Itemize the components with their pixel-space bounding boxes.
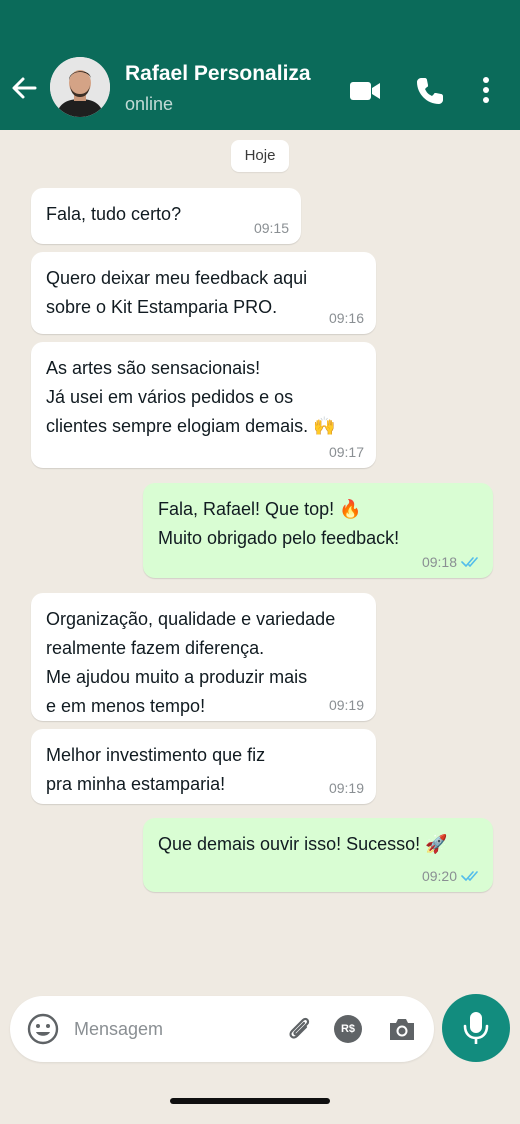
- message-time: 09:19: [328, 697, 364, 713]
- message-bubble-incoming[interactable]: Melhor investimento que fiz pra minha es…: [31, 729, 376, 804]
- emoji-icon[interactable]: [26, 1012, 60, 1046]
- home-indicator: [170, 1098, 330, 1104]
- camera-icon[interactable]: [386, 1014, 418, 1044]
- message-text: Que demais ouvir isso! Sucesso! 🚀: [158, 834, 448, 854]
- message-time: 09:20: [421, 868, 457, 884]
- message-time: 09:15: [253, 220, 289, 236]
- message-text: Melhor investimento que fiz pra minha es…: [46, 745, 266, 794]
- message-time: 09:18: [421, 554, 457, 570]
- message-meta: 09:19: [329, 697, 364, 713]
- mic-icon: [463, 1012, 489, 1044]
- message-bubble-incoming[interactable]: As artes são sensacionais! Já usei em vá…: [31, 342, 376, 468]
- date-separator: Hoje: [231, 140, 289, 172]
- back-arrow-icon[interactable]: [10, 74, 38, 102]
- message-meta: 09:20: [422, 868, 481, 884]
- avatar[interactable]: [50, 57, 110, 117]
- contact-status: online: [125, 94, 174, 114]
- contact-name[interactable]: Rafael Personaliza: [125, 62, 311, 86]
- message-text: Quero deixar meu feedback aqui sobre o K…: [46, 268, 308, 317]
- message-text: As artes são sensacionais! Já usei em vá…: [46, 358, 336, 436]
- mic-button[interactable]: [442, 994, 510, 1062]
- message-meta: 09:15: [254, 220, 289, 236]
- double-check-read-icon: [461, 871, 478, 881]
- pix-icon[interactable]: R$: [334, 1015, 362, 1043]
- avatar-photo: [50, 57, 110, 117]
- message-text: Fala, Rafael! Que top! 🔥 Muito obrigado …: [158, 499, 400, 548]
- video-call-icon[interactable]: [348, 74, 382, 108]
- paperclip-icon[interactable]: [284, 1014, 314, 1044]
- message-meta: 09:17: [329, 444, 364, 460]
- message-meta: 09:19: [329, 780, 364, 796]
- message-bubble-incoming[interactable]: Quero deixar meu feedback aqui sobre o K…: [31, 252, 376, 334]
- message-meta: 09:16: [329, 310, 364, 326]
- chat-header: Rafael Personaliza online: [0, 0, 520, 130]
- message-bubble-outgoing[interactable]: Fala, Rafael! Que top! 🔥 Muito obrigado …: [143, 483, 493, 578]
- message-time: 09:16: [328, 310, 364, 326]
- more-vert-icon[interactable]: [476, 74, 496, 108]
- message-composer: R$: [10, 996, 434, 1062]
- message-input[interactable]: [74, 1014, 264, 1044]
- message-bubble-outgoing[interactable]: Que demais ouvir isso! Sucesso! 🚀 09:20: [143, 818, 493, 892]
- phone-icon[interactable]: [413, 74, 447, 108]
- double-check-read-icon: [461, 557, 478, 567]
- message-time: 09:17: [328, 444, 364, 460]
- message-meta: 09:18: [422, 554, 481, 570]
- message-time: 09:19: [328, 780, 364, 796]
- message-bubble-incoming[interactable]: Organização, qualidade e variedade realm…: [31, 593, 376, 721]
- message-text: Organização, qualidade e variedade realm…: [46, 609, 336, 716]
- message-bubble-incoming[interactable]: Fala, tudo certo? 09:15: [31, 188, 301, 244]
- message-text: Fala, tudo certo?: [46, 204, 182, 224]
